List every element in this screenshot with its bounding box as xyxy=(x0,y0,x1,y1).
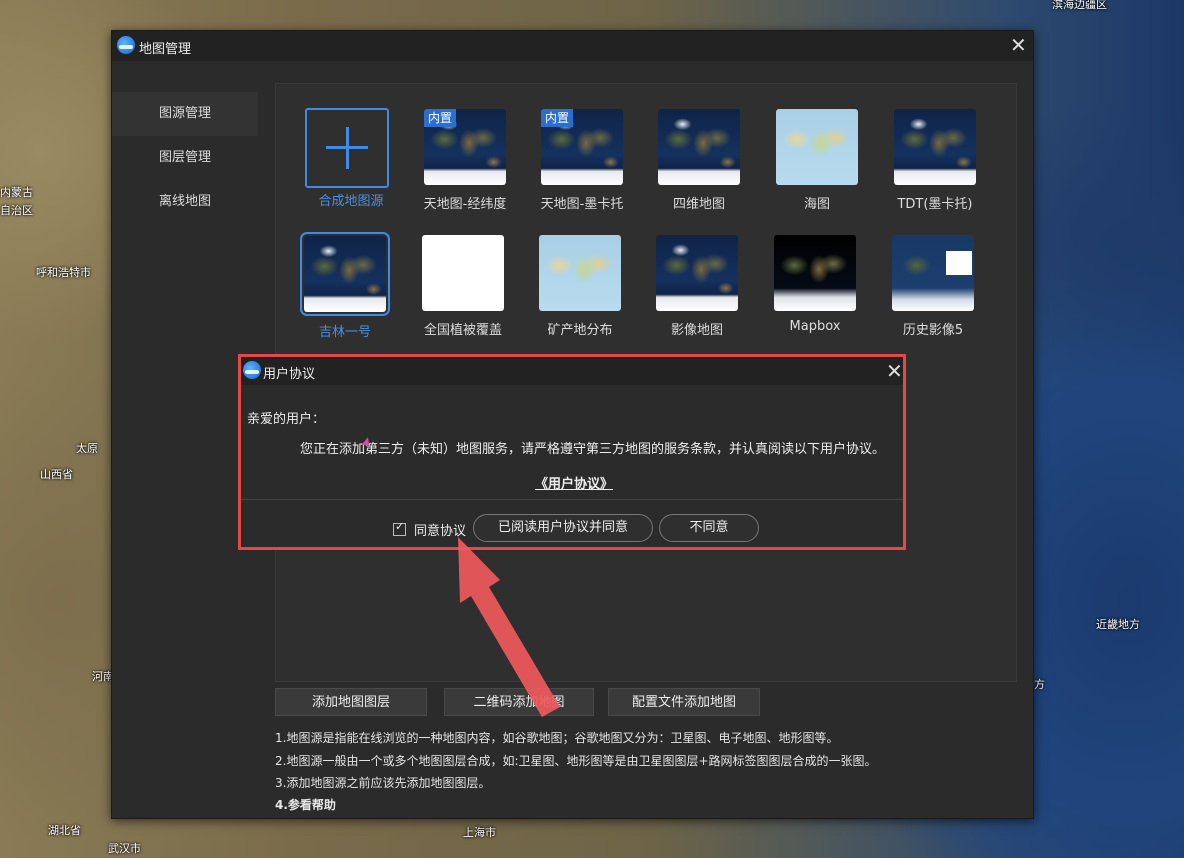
arrow-shape xyxy=(458,537,560,717)
annotation-arrow xyxy=(458,537,560,717)
